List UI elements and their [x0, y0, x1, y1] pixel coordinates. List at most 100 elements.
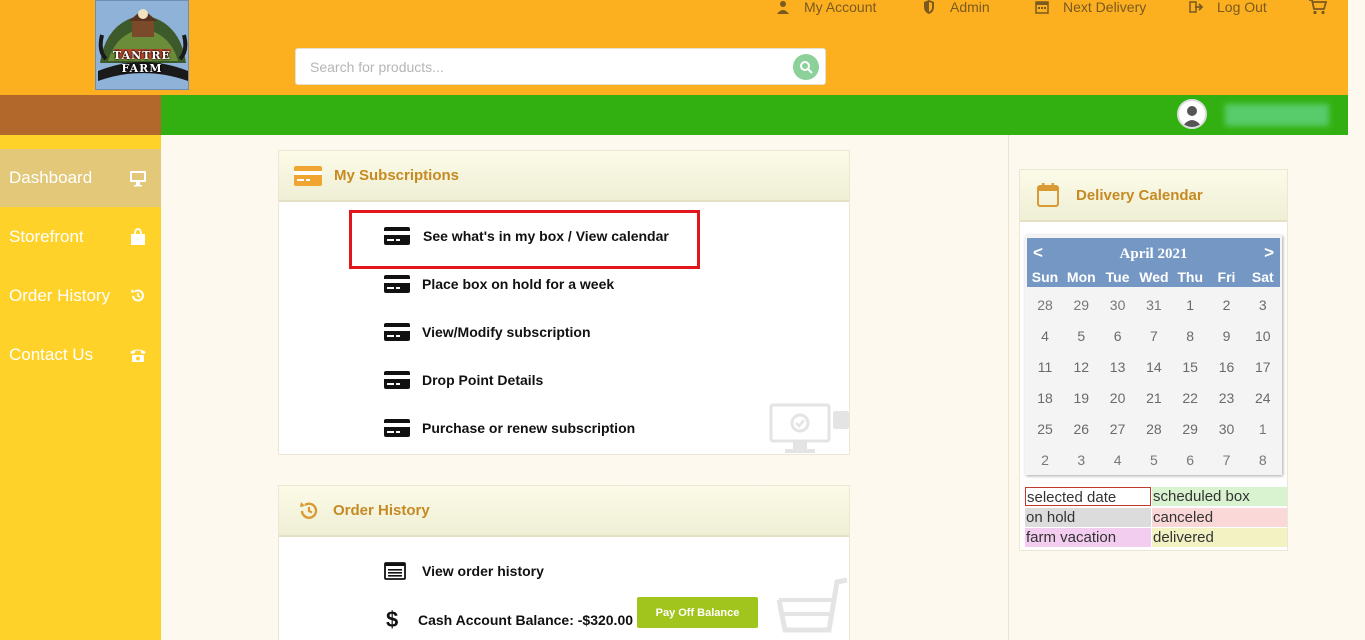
calendar-day[interactable]: 20: [1100, 383, 1136, 414]
calendar-day[interactable]: 26: [1063, 414, 1099, 445]
weekday-label: Sun: [1031, 269, 1059, 285]
calendar-day[interactable]: 30: [1209, 414, 1245, 445]
calendar-weekdays: Sun Mon Tue Wed Thu Fri Sat: [1027, 267, 1280, 287]
calendar-day[interactable]: 31: [1136, 290, 1172, 321]
sidebar: Dashboard Storefront Order History Conta…: [0, 135, 161, 640]
calendar-widget: < April 2021 > Sun Mon Tue Wed Thu Fri Sat 28 2…: [1025, 235, 1282, 475]
calendar-day[interactable]: 30: [1100, 290, 1136, 321]
monitor-watermark-icon: [769, 403, 849, 453]
calendar-day[interactable]: 17: [1245, 352, 1281, 383]
sidebar-item-storefront[interactable]: Storefront: [0, 208, 161, 266]
calendar-day[interactable]: 1: [1172, 290, 1208, 321]
nav-next-delivery[interactable]: Next Delivery: [1035, 0, 1146, 15]
legend-item: scheduled box: [1152, 487, 1287, 506]
calendar-day[interactable]: 27: [1100, 414, 1136, 445]
avatar[interactable]: [1177, 99, 1207, 129]
calendar-day[interactable]: 7: [1209, 445, 1245, 476]
credit-card-icon: [294, 165, 322, 186]
calendar-day[interactable]: 3: [1245, 290, 1281, 321]
subscription-link-purchase[interactable]: Purchase or renew subscription: [384, 419, 635, 437]
subscription-link-hold-box[interactable]: Place box on hold for a week: [384, 275, 614, 293]
subscription-link-drop-point[interactable]: Drop Point Details: [384, 371, 543, 389]
calendar-day[interactable]: 2: [1209, 290, 1245, 321]
nav-admin[interactable]: Admin: [922, 0, 990, 15]
calendar-icon: [1037, 183, 1059, 207]
credit-card-icon: [384, 419, 410, 437]
delivery-calendar-header: Delivery Calendar: [1020, 170, 1287, 222]
calendar-day[interactable]: 6: [1172, 445, 1208, 476]
calendar-day[interactable]: 15: [1172, 352, 1208, 383]
calendar-day[interactable]: 2: [1027, 445, 1063, 476]
subscriptions-panel: My Subscriptions: [278, 150, 850, 455]
calendar-day[interactable]: 19: [1063, 383, 1099, 414]
calendar-next-button[interactable]: >: [1264, 243, 1274, 263]
row-label: View/Modify subscription: [422, 324, 591, 340]
calendar-day[interactable]: 3: [1063, 445, 1099, 476]
user-icon: [777, 1, 789, 14]
search-input[interactable]: [296, 49, 776, 84]
dollar-icon: $: [386, 607, 399, 632]
calendar-day[interactable]: 5: [1136, 445, 1172, 476]
weekday-label: Wed: [1139, 269, 1169, 285]
row-label: Place box on hold for a week: [422, 276, 615, 292]
shield-icon: [924, 0, 934, 14]
calendar-day[interactable]: 13: [1100, 352, 1136, 383]
legend-item: canceled: [1152, 507, 1287, 527]
calendar-day[interactable]: 24: [1245, 383, 1281, 414]
calendar-day[interactable]: 8: [1172, 321, 1208, 352]
panel-title: Delivery Calendar: [1076, 186, 1203, 204]
calendar-day[interactable]: 4: [1100, 445, 1136, 476]
legend-item: delivered: [1152, 528, 1287, 547]
calendar-day[interactable]: 28: [1136, 414, 1172, 445]
sidebar-item-label: Order History: [9, 286, 111, 305]
order-history-panel-header: Order History: [279, 486, 849, 537]
calendar-day[interactable]: 12: [1063, 352, 1099, 383]
shopping-bag-icon: [131, 228, 145, 245]
weekday-label: Thu: [1177, 269, 1204, 285]
credit-card-icon: [384, 371, 410, 389]
calendar-day[interactable]: 11: [1027, 352, 1063, 383]
list-icon: [384, 562, 406, 580]
panel-title: Order History: [333, 502, 430, 519]
search-box: [295, 48, 826, 85]
calendar-day[interactable]: 29: [1063, 290, 1099, 321]
calendar-day[interactable]: 28: [1027, 290, 1063, 321]
calendar-day[interactable]: 10: [1245, 321, 1281, 352]
cart-icon: [1309, 0, 1327, 15]
farm-logo[interactable]: TANTRE FARM: [95, 0, 189, 90]
subscription-link-modify[interactable]: View/Modify subscription: [384, 323, 591, 341]
sidebar-item-contact-us[interactable]: Contact Us: [0, 326, 161, 384]
cash-balance-row: $ Cash Account Balance: -$320.00: [386, 607, 633, 633]
view-order-history-link[interactable]: View order history: [384, 562, 544, 580]
cart-button[interactable]: [1309, 0, 1327, 15]
history-icon: [131, 289, 144, 302]
calendar-day[interactable]: 22: [1172, 383, 1208, 414]
nav-label: Next Delivery: [1063, 0, 1147, 15]
search-button[interactable]: [793, 54, 819, 80]
row-label: Drop Point Details: [422, 372, 544, 388]
calendar-day[interactable]: 8: [1245, 445, 1281, 476]
calendar-day[interactable]: 16: [1209, 352, 1245, 383]
calendar-day[interactable]: 5: [1063, 321, 1099, 352]
calendar-day[interactable]: 29: [1172, 414, 1208, 445]
calendar-day[interactable]: 9: [1209, 321, 1245, 352]
calendar-day[interactable]: 4: [1027, 321, 1063, 352]
cash-balance-label: Cash Account Balance: -$320.00: [418, 612, 634, 628]
calendar-day[interactable]: 14: [1136, 352, 1172, 383]
weekday-label: Sat: [1251, 269, 1274, 285]
calendar-day[interactable]: 7: [1136, 321, 1172, 352]
calendar-day[interactable]: 1: [1245, 414, 1281, 445]
pay-off-balance-button[interactable]: Pay Off Balance: [637, 597, 758, 628]
row-label: View order history: [422, 563, 544, 579]
calendar-day[interactable]: 21: [1136, 383, 1172, 414]
calendar-icon: [1035, 1, 1049, 14]
nav-log-out[interactable]: Log Out: [1189, 0, 1267, 15]
sidebar-item-dashboard[interactable]: Dashboard: [0, 149, 161, 207]
calendar-day[interactable]: 6: [1100, 321, 1136, 352]
nav-my-account[interactable]: My Account: [776, 0, 876, 15]
legend-item: selected date: [1025, 487, 1151, 506]
sidebar-item-order-history[interactable]: Order History: [0, 267, 161, 325]
calendar-day[interactable]: 25: [1027, 414, 1063, 445]
calendar-day[interactable]: 18: [1027, 383, 1063, 414]
calendar-day[interactable]: 23: [1209, 383, 1245, 414]
